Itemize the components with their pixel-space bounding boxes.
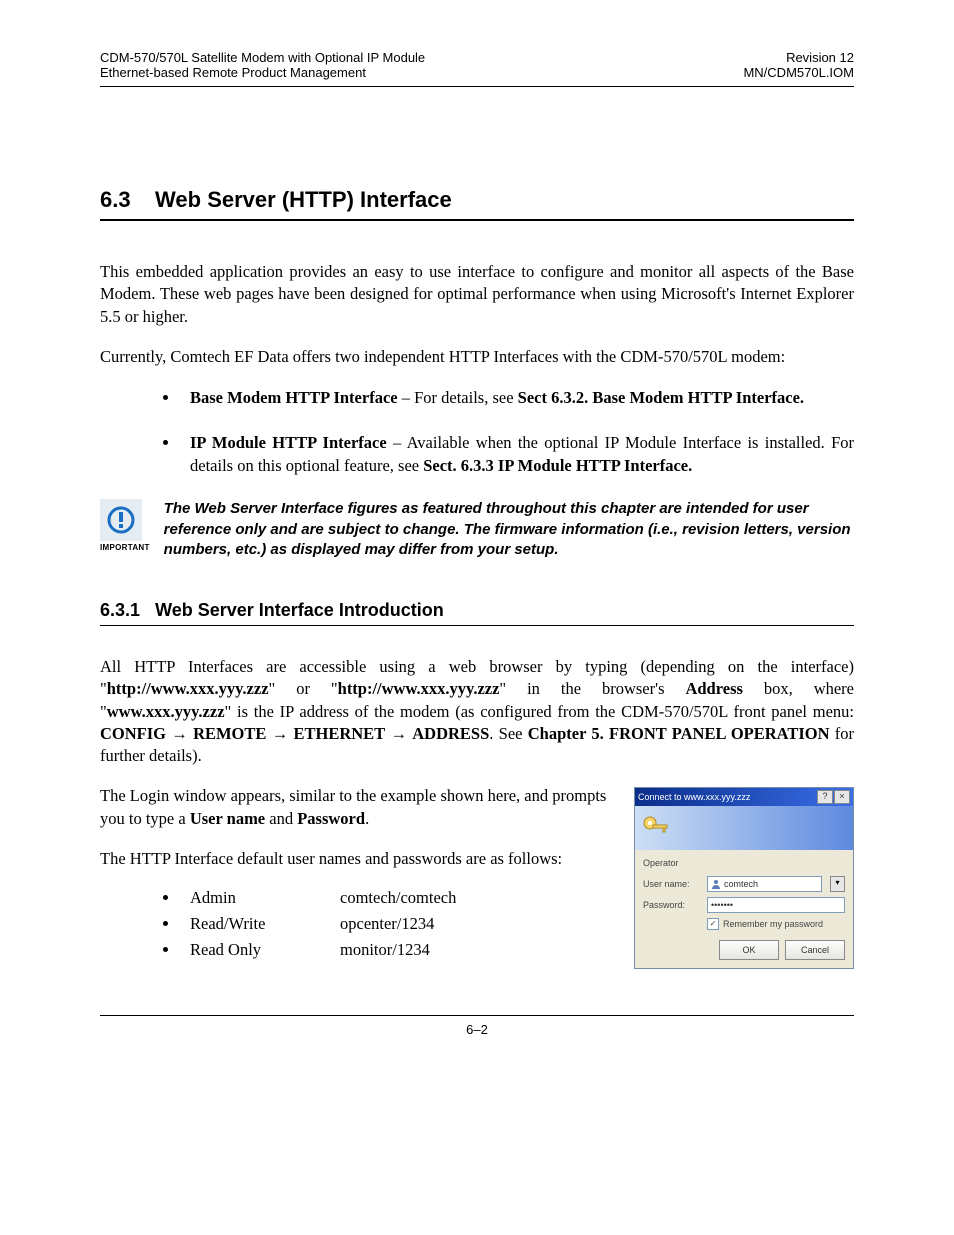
paragraph-3: All HTTP Interfaces are accessible using…: [100, 656, 854, 767]
section-rule: [100, 219, 854, 221]
realm-label: Operator: [643, 858, 845, 868]
interface-list: Base Modem HTTP Interface – For details,…: [100, 386, 854, 477]
dialog-title: Connect to www.xxx.yyy.zzz: [638, 792, 750, 802]
arrow-right-icon: →: [390, 725, 407, 743]
dropdown-button[interactable]: ▾: [830, 876, 845, 892]
dialog-banner: [635, 806, 853, 850]
arrow-right-icon: →: [171, 725, 188, 743]
username-input[interactable]: comtech: [707, 876, 822, 892]
bullet-bold: Base Modem HTTP Interface: [190, 388, 398, 407]
important-icon: [100, 499, 142, 541]
list-item: IP Module HTTP Interface – Available whe…: [180, 431, 854, 477]
paragraph-4: The Login window appears, similar to the…: [100, 785, 620, 830]
header-left-1: CDM-570/570L Satellite Modem with Option…: [100, 50, 425, 65]
close-button[interactable]: ×: [834, 790, 850, 804]
section-number: 6.3: [100, 187, 131, 212]
checkbox-icon: ✓: [707, 918, 719, 930]
section-heading: 6.3 Web Server (HTTP) Interface: [100, 187, 854, 213]
document-header: CDM-570/570L Satellite Modem with Option…: [100, 50, 854, 80]
header-left-2: Ethernet-based Remote Product Management: [100, 65, 425, 80]
remember-password-checkbox[interactable]: ✓ Remember my password: [707, 918, 845, 930]
important-note: IMPORTANT The Web Server Interface figur…: [100, 499, 854, 560]
list-item: Base Modem HTTP Interface – For details,…: [180, 386, 854, 409]
paragraph-5: The HTTP Interface default user names an…: [100, 848, 620, 870]
paragraph-2: Currently, Comtech EF Data offers two in…: [100, 346, 854, 368]
header-right-2: MN/CDM570L.IOM: [743, 65, 854, 80]
paragraph-1: This embedded application provides an ea…: [100, 261, 854, 328]
page-number: 6–2: [100, 1015, 854, 1037]
list-item: Admincomtech/comtech: [180, 888, 620, 908]
keys-icon: [641, 814, 671, 842]
subsection-number: 6.3.1: [100, 600, 140, 620]
help-button[interactable]: ?: [817, 790, 833, 804]
cancel-button[interactable]: Cancel: [785, 940, 845, 960]
header-rule: [100, 86, 854, 87]
subsection-heading: 6.3.1 Web Server Interface Introduction: [100, 600, 854, 621]
username-label: User name:: [643, 879, 701, 889]
list-item: Read/Writeopcenter/1234: [180, 914, 620, 934]
section-title: Web Server (HTTP) Interface: [155, 187, 452, 212]
remember-label: Remember my password: [723, 919, 823, 929]
important-text: The Web Server Interface figures as feat…: [164, 499, 854, 560]
password-label: Password:: [643, 900, 701, 910]
bullet-bold: IP Module HTTP Interface: [190, 433, 387, 452]
password-input[interactable]: •••••••: [707, 897, 845, 913]
subsection-rule: [100, 625, 854, 626]
subsection-title: Web Server Interface Introduction: [155, 600, 444, 620]
credentials-list: Admincomtech/comtech Read/Writeopcenter/…: [100, 888, 620, 960]
important-label: IMPORTANT: [100, 543, 150, 552]
header-right-1: Revision 12: [743, 50, 854, 65]
person-icon: [711, 879, 721, 889]
list-item: Read Onlymonitor/1234: [180, 940, 620, 960]
ok-button[interactable]: OK: [719, 940, 779, 960]
dialog-titlebar: Connect to www.xxx.yyy.zzz ? ×: [635, 788, 853, 806]
arrow-right-icon: →: [272, 725, 289, 743]
login-dialog: Connect to www.xxx.yyy.zzz ? × Operator …: [634, 787, 854, 969]
